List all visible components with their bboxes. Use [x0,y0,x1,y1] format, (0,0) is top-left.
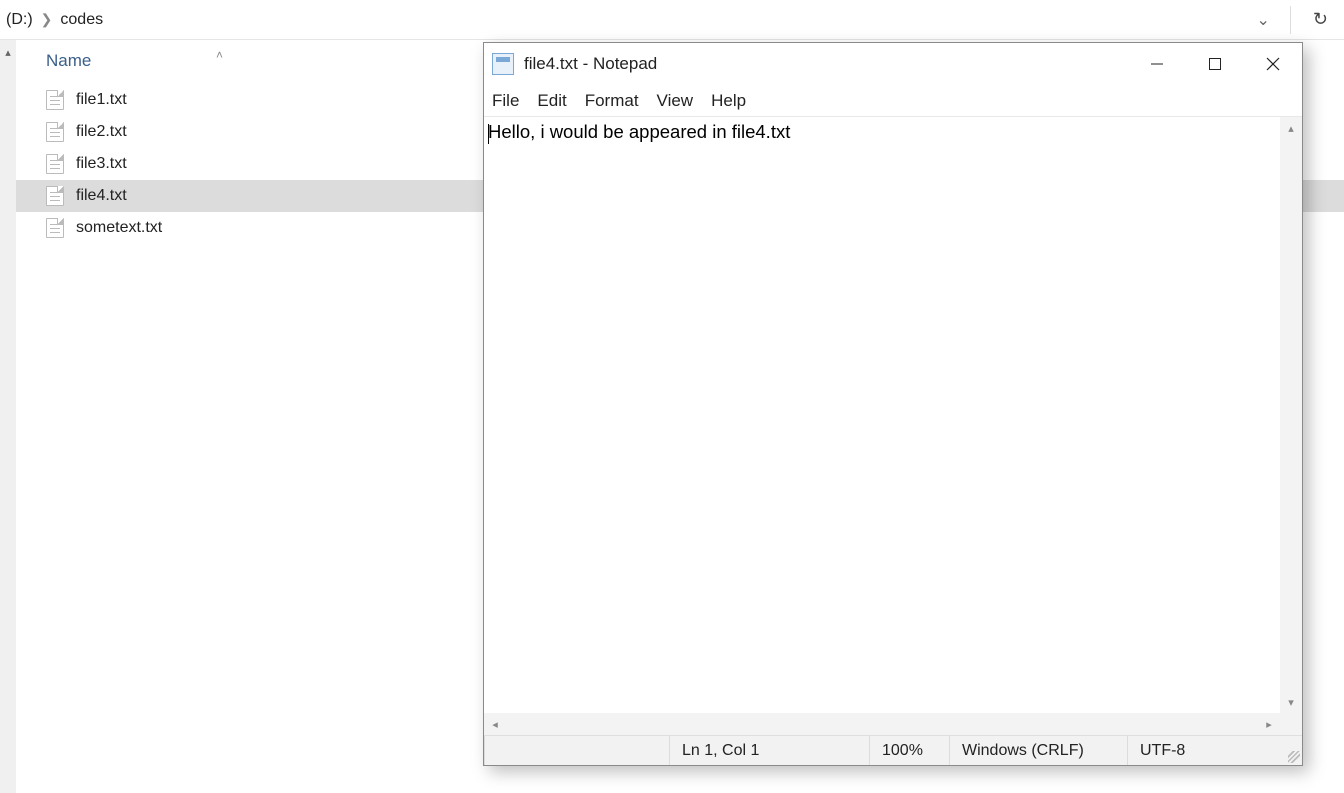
divider [1290,6,1291,34]
explorer-address-bar: (D:) ❯ codes ⌄ ↻ [0,0,1344,40]
history-dropdown-button[interactable]: ⌄ [1249,6,1278,34]
chevron-right-icon: ❯ [41,11,53,28]
text-file-icon [46,218,64,238]
minimize-icon [1150,57,1164,71]
notepad-statusbar: Ln 1, Col 1 100% Windows (CRLF) UTF-8 [484,735,1302,765]
horizontal-scrollbar[interactable]: ◂ ▸ [484,713,1302,735]
notepad-text-area[interactable]: Hello, i would be appeared in file4.txt [484,117,1280,713]
text-file-icon [46,90,64,110]
file-name: sometext.txt [76,219,162,237]
maximize-button[interactable] [1186,43,1244,85]
divider [484,736,485,765]
notepad-titlebar[interactable]: file4.txt - Notepad [484,43,1302,85]
vertical-scrollbar[interactable]: ▴ ▾ [1280,117,1302,713]
menu-view[interactable]: View [657,91,694,111]
menu-edit[interactable]: Edit [537,91,566,111]
nav-scrollbar[interactable]: ▴ [0,40,16,793]
column-header-label: Name [46,51,91,71]
close-button[interactable] [1244,43,1302,85]
menu-format[interactable]: Format [585,91,639,111]
notepad-window: file4.txt - Notepad File Edit Format Vie… [483,42,1303,766]
status-line-ending: Windows (CRLF) [949,736,1127,765]
breadcrumb-drive[interactable]: (D:) [6,11,33,29]
breadcrumb-folder[interactable]: codes [60,11,103,29]
scroll-left-icon[interactable]: ◂ [484,718,506,731]
resize-grip-icon[interactable] [1288,751,1300,763]
menu-file[interactable]: File [492,91,519,111]
status-position: Ln 1, Col 1 [669,736,869,765]
file-name: file3.txt [76,155,127,173]
menu-help[interactable]: Help [711,91,746,111]
breadcrumb[interactable]: (D:) ❯ codes [6,11,103,29]
refresh-button[interactable]: ↻ [1303,5,1338,34]
notepad-menubar: File Edit Format View Help [484,85,1302,117]
chevron-up-icon: ˄ [216,48,223,62]
scroll-down-icon[interactable]: ▾ [1280,691,1302,713]
file-name: file2.txt [76,123,127,141]
text-file-icon [46,122,64,142]
file-name: file1.txt [76,91,127,109]
notepad-app-icon [492,53,514,75]
status-encoding: UTF-8 [1127,736,1302,765]
text-file-icon [46,186,64,206]
window-title: file4.txt - Notepad [524,54,657,74]
minimize-button[interactable] [1128,43,1186,85]
scroll-up-icon[interactable]: ▴ [1280,117,1302,139]
text-file-icon [46,154,64,174]
notepad-content: Hello, i would be appeared in file4.txt [488,121,790,142]
maximize-icon [1208,57,1222,71]
scroll-right-icon[interactable]: ▸ [1258,718,1280,731]
status-zoom: 100% [869,736,949,765]
close-icon [1266,57,1280,71]
scroll-up-icon[interactable]: ▴ [0,46,16,59]
file-name: file4.txt [76,187,127,205]
